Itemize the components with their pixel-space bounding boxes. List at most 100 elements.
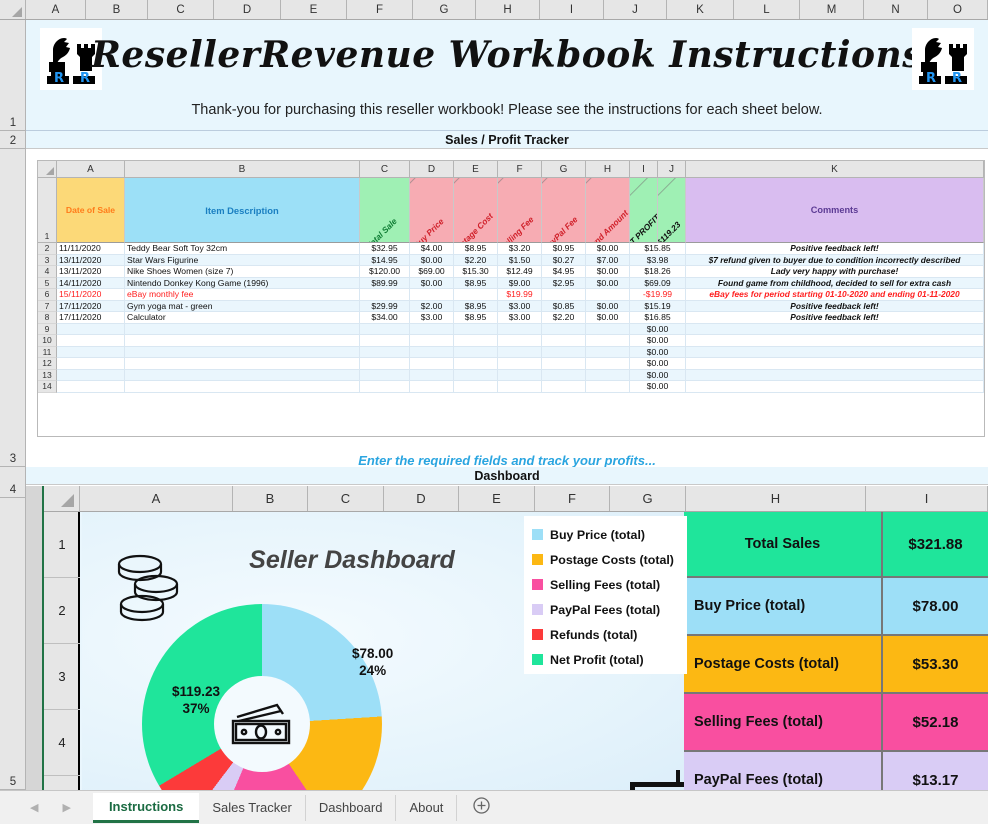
cell-date[interactable] [57,346,125,358]
cell-paypal[interactable] [542,346,586,358]
cell-item[interactable]: Calculator [125,312,360,324]
cell-selling[interactable]: $3.00 [498,312,542,324]
table-row[interactable]: 3 13/11/2020 Star Wars Figurine $14.95 $0.00… [38,254,984,266]
dashboard-col-I[interactable]: I [866,486,988,511]
cell-item[interactable]: Star Wars Figurine [125,254,360,266]
cell-refund[interactable] [586,289,630,301]
tracker-col-K[interactable]: K [686,161,984,177]
tracker-col-B[interactable]: B [125,161,360,177]
cell-refund[interactable] [586,369,630,381]
outer-row-5[interactable]: 5 [0,498,26,790]
next-sheet-arrow-icon[interactable]: ▶ [50,801,82,814]
cell-date[interactable] [57,381,125,393]
cell-postage[interactable]: $8.95 [454,312,498,324]
cell-item[interactable]: Teddy Bear Soft Toy 32cm [125,243,360,255]
outer-col-H[interactable]: H [476,0,540,19]
cell-date[interactable]: 13/11/2020 [57,254,125,266]
table-row[interactable]: 11 $0.00 [38,346,984,358]
tracker-select-all-corner[interactable] [38,161,57,177]
cell-buy[interactable] [410,323,454,335]
outer-col-I[interactable]: I [540,0,604,19]
cell-paypal[interactable] [542,335,586,347]
outer-col-N[interactable]: N [864,0,928,19]
tracker-col-C[interactable]: C [360,161,410,177]
prev-sheet-arrow-icon[interactable]: ◀ [18,801,50,814]
table-row[interactable]: 4 13/11/2020 Nike Shoes Women (size 7) $120… [38,266,984,278]
cell-buy[interactable] [410,381,454,393]
cell-date[interactable]: 17/11/2020 [57,312,125,324]
cell-comment[interactable] [686,323,984,335]
dashboard-col-E[interactable]: E [459,486,535,511]
cell-comment[interactable]: Positive feedback left! [686,312,984,324]
cell-selling[interactable]: $1.50 [498,254,542,266]
cell-comment[interactable] [686,369,984,381]
cell-net-profit[interactable]: $15.85 [630,243,686,255]
cell-refund[interactable] [586,381,630,393]
dashboard-col-C[interactable]: C [308,486,384,511]
cell-selling[interactable]: $3.20 [498,243,542,255]
cell-item[interactable] [125,323,360,335]
cell-net-profit[interactable]: $0.00 [630,381,686,393]
outer-col-F[interactable]: F [347,0,413,19]
cell-postage[interactable] [454,381,498,393]
cell-buy[interactable]: $3.00 [410,312,454,324]
cell-net-profit[interactable]: $16.85 [630,312,686,324]
tracker-col-E[interactable]: E [454,161,498,177]
sheet-tab-about[interactable]: About [396,794,458,821]
cell-selling[interactable] [498,358,542,370]
cell-refund[interactable] [586,335,630,347]
cell-comment[interactable]: $7 refund given to buyer due to conditio… [686,254,984,266]
sheet-nav-arrows[interactable]: ◀ ▶ [0,801,93,814]
cell-paypal[interactable]: $2.95 [542,277,586,289]
table-row[interactable]: 8 17/11/2020 Calculator $34.00 $3.00 $8.95 $3.… [38,312,984,324]
outer-col-K[interactable]: K [667,0,734,19]
tracker-col-J[interactable]: J [658,161,686,177]
cell-comment[interactable]: eBay fees for period starting 01-10-2020… [686,289,984,301]
cell-item[interactable] [125,358,360,370]
dashboard-col-B[interactable]: B [233,486,308,511]
table-row[interactable]: 2 11/11/2020 Teddy Bear Soft Toy 32cm $32.9… [38,243,984,255]
cell-refund[interactable] [586,346,630,358]
cell-postage[interactable]: $8.95 [454,300,498,312]
cell-postage[interactable] [454,358,498,370]
cell-buy[interactable] [410,289,454,301]
cell-net-profit[interactable]: $18.26 [630,266,686,278]
cell-comment[interactable] [686,358,984,370]
dashboard-row-2[interactable]: 2 [44,578,80,644]
cell-selling[interactable] [498,323,542,335]
outer-row-1[interactable]: 1 [0,20,26,131]
cell-paypal[interactable] [542,381,586,393]
cell-postage[interactable]: $8.95 [454,243,498,255]
dashboard-row-4[interactable]: 4 [44,710,80,776]
outer-col-L[interactable]: L [734,0,800,19]
cell-date[interactable] [57,358,125,370]
table-row[interactable]: 6 15/11/2020 eBay monthly fee $19.99 -$19.99… [38,289,984,301]
cell-postage[interactable] [454,289,498,301]
dashboard-col-A[interactable]: A [80,486,233,511]
cell-total[interactable]: $34.00 [360,312,410,324]
cell-comment[interactable]: Positive feedback left! [686,300,984,312]
cell-paypal[interactable] [542,358,586,370]
cell-net-profit[interactable]: $15.19 [630,300,686,312]
cell-refund[interactable] [586,323,630,335]
cell-total[interactable] [360,369,410,381]
cell-postage[interactable]: $8.95 [454,277,498,289]
table-row[interactable]: 9 $0.00 [38,323,984,335]
tracker-col-A[interactable]: A [57,161,125,177]
cell-paypal[interactable]: $0.95 [542,243,586,255]
cell-refund[interactable]: $0.00 [586,243,630,255]
cell-buy[interactable]: $0.00 [410,254,454,266]
cell-comment[interactable]: Found game from childhood, decided to se… [686,277,984,289]
cell-net-profit[interactable]: -$19.99 [630,289,686,301]
cell-selling[interactable]: $12.49 [498,266,542,278]
cell-selling[interactable] [498,335,542,347]
cell-refund[interactable]: $0.00 [586,277,630,289]
cell-total[interactable]: $29.99 [360,300,410,312]
table-row[interactable]: 5 14/11/2020 Nintendo Donkey Kong Game (19… [38,277,984,289]
cell-item[interactable] [125,369,360,381]
cell-item[interactable] [125,381,360,393]
cell-total[interactable] [360,346,410,358]
dashboard-col-G[interactable]: G [610,486,686,511]
dashboard-col-F[interactable]: F [535,486,610,511]
select-all-corner[interactable] [0,0,26,19]
